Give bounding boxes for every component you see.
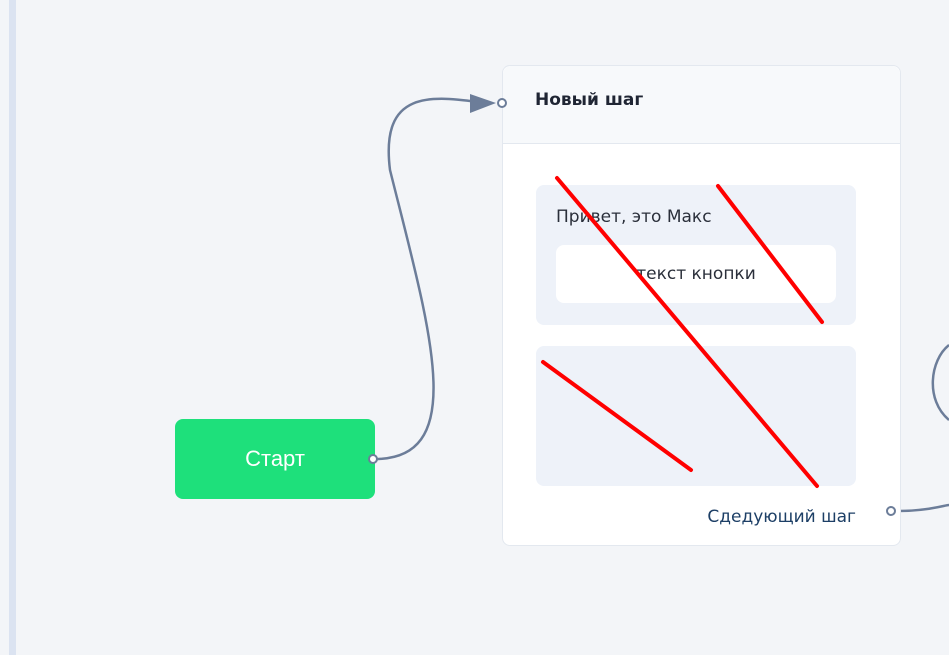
next-step-label[interactable]: Сдедующий шаг (707, 507, 856, 527)
start-output-port[interactable] (368, 454, 378, 464)
connector-offscreen-curve (931, 344, 949, 421)
message-button-label: текст кнопки (636, 264, 756, 284)
step-title: Новый шаг (535, 90, 644, 110)
start-node-label: Старт (245, 446, 305, 471)
empty-content-block[interactable] (536, 346, 856, 486)
step-card[interactable]: Новый шаг Привет, это Макс текст кнопки … (502, 65, 901, 546)
connector-start-to-step (374, 97, 486, 461)
start-node[interactable]: Старт (175, 419, 375, 499)
left-rail (9, 0, 16, 655)
step-header[interactable]: Новый шаг (503, 66, 900, 144)
step-input-port[interactable] (497, 98, 507, 108)
message-button[interactable]: текст кнопки (556, 245, 836, 303)
connector-arrow-head (470, 94, 496, 113)
message-text: Привет, это Макс (556, 207, 712, 227)
flow-canvas[interactable]: Старт Новый шаг Привет, это Макс текст к… (0, 0, 949, 655)
next-step-output-port[interactable] (886, 506, 896, 516)
connector-step-to-next (897, 503, 949, 513)
message-block[interactable]: Привет, это Макс текст кнопки (536, 185, 856, 325)
